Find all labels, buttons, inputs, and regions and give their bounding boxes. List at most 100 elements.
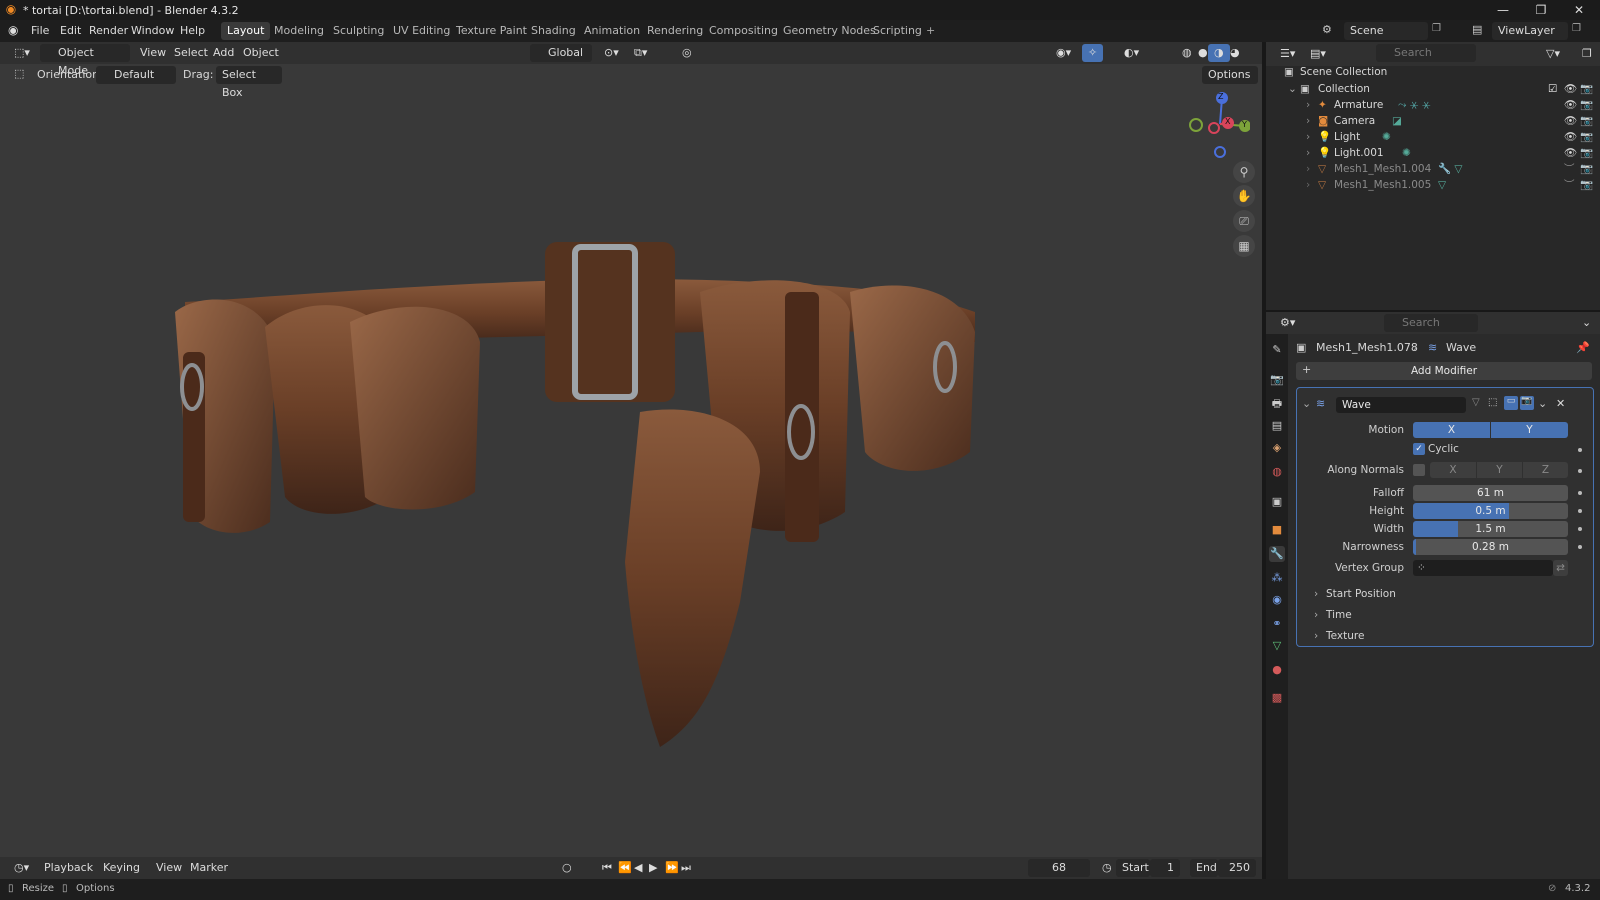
keyframe-dot[interactable] bbox=[1578, 491, 1582, 495]
eye-icon[interactable]: 👁 bbox=[1564, 97, 1577, 113]
timeline-menu-keying[interactable]: Keying bbox=[97, 859, 146, 877]
viewport-menu-add[interactable]: Add bbox=[207, 44, 240, 62]
chevron-down-icon[interactable]: ⌄ bbox=[1576, 314, 1597, 332]
auto-key-icon[interactable]: ○ bbox=[556, 859, 578, 877]
eye-icon[interactable]: 👁 bbox=[1564, 113, 1577, 129]
keyframe-dot[interactable] bbox=[1578, 527, 1582, 531]
outliner-search-input[interactable]: Search bbox=[1376, 44, 1476, 62]
viewport-menu-view[interactable]: View bbox=[134, 44, 172, 62]
outliner-filter-icon[interactable]: ▽▾ bbox=[1540, 45, 1566, 63]
transform-space-dropdown[interactable]: Global bbox=[530, 44, 592, 62]
gizmo-toggle-icon[interactable]: ✧ bbox=[1082, 44, 1104, 62]
camera-render-icon[interactable]: 📷 bbox=[1580, 177, 1593, 193]
modifier-tab-icon[interactable]: 🔧 bbox=[1269, 546, 1285, 562]
preview-range-icon[interactable]: ◷ bbox=[1096, 859, 1118, 877]
subpanel-time[interactable]: Time bbox=[1326, 607, 1352, 623]
subpanel-start-position[interactable]: Start Position bbox=[1326, 586, 1396, 602]
camera-render-icon[interactable]: 📷 bbox=[1580, 129, 1593, 145]
add-modifier-button[interactable]: Add Modifier bbox=[1296, 362, 1592, 380]
new-collection-icon[interactable]: ❐ bbox=[1576, 45, 1598, 63]
output-tab-icon[interactable]: 🖶 bbox=[1269, 396, 1285, 412]
outliner-item[interactable]: › ▽ Mesh1_Mesh1.004 🔧 ▽ ︶ 📷 bbox=[1266, 161, 1600, 177]
chevron-down-icon[interactable]: ⌄ bbox=[1302, 397, 1311, 410]
subpanel-texture[interactable]: Texture bbox=[1326, 628, 1364, 644]
maximize-icon[interactable]: ❐ bbox=[1522, 0, 1560, 20]
perspective-grid-icon[interactable]: ▦ bbox=[1233, 235, 1255, 257]
jump-end-icon[interactable]: ⏭ bbox=[675, 859, 697, 877]
particles-tab-icon[interactable]: ⁂ bbox=[1269, 570, 1285, 586]
current-frame-field[interactable]: 68 bbox=[1028, 859, 1090, 877]
outliner-editor-icon[interactable]: ☰▾ bbox=[1274, 45, 1301, 63]
outliner-item[interactable]: › ✦ Armature ⤳ ⚹ ⚹ 👁 📷 bbox=[1266, 97, 1600, 113]
camera-render-icon[interactable]: 📷 bbox=[1580, 97, 1593, 113]
options-dropdown[interactable]: Options bbox=[1202, 66, 1258, 84]
timeline-menu-view[interactable]: View bbox=[150, 859, 188, 877]
world-tab-icon[interactable]: ◍ bbox=[1269, 464, 1285, 480]
timeline-editor-icon[interactable]: ◷▾ bbox=[8, 859, 35, 877]
render-tab-icon[interactable]: 📷 bbox=[1269, 372, 1285, 388]
exclude-checkbox[interactable]: ☑ bbox=[1548, 81, 1557, 97]
pin-icon[interactable]: 📌 bbox=[1576, 340, 1590, 356]
snap-icon[interactable]: ⧉▾ bbox=[628, 44, 653, 62]
camera-render-icon[interactable]: 📷 bbox=[1580, 145, 1593, 161]
outliner-item[interactable]: › ▽ Mesh1_Mesh1.005 ▽ ︶ 📷 bbox=[1266, 177, 1600, 193]
view-layer-tab-icon[interactable]: ▤ bbox=[1269, 418, 1285, 434]
invert-vertex-group-icon[interactable]: ⇄ bbox=[1553, 560, 1568, 576]
menu-file[interactable]: File bbox=[27, 23, 53, 39]
tab-texture-paint[interactable]: Texture Paint bbox=[450, 22, 533, 40]
keyframe-dot[interactable] bbox=[1578, 469, 1582, 473]
modifier-name-input[interactable]: Wave bbox=[1336, 397, 1466, 413]
mode-dropdown[interactable]: Object Mode bbox=[40, 44, 130, 77]
outliner-display-mode-icon[interactable]: ▤▾ bbox=[1304, 45, 1332, 63]
scene-icon[interactable]: ⚙ bbox=[1322, 23, 1342, 39]
along-normals-x-toggle[interactable]: X bbox=[1430, 462, 1476, 478]
along-normals-y-toggle[interactable]: Y bbox=[1477, 462, 1522, 478]
close-icon[interactable]: ✕ bbox=[1560, 0, 1598, 20]
eye-icon[interactable]: 👁 bbox=[1564, 145, 1577, 161]
cyclic-checkbox[interactable]: ✓ bbox=[1413, 443, 1425, 455]
keyframe-dot[interactable] bbox=[1578, 545, 1582, 549]
proportional-edit-icon[interactable]: ◎ bbox=[676, 44, 698, 62]
outliner-item[interactable]: › 💡 Light ✺ 👁 📷 bbox=[1266, 129, 1600, 145]
end-frame-field[interactable]: 250 bbox=[1218, 859, 1256, 877]
texture-tab-icon[interactable]: ▩ bbox=[1269, 690, 1285, 706]
properties-search-input[interactable]: Search bbox=[1384, 314, 1478, 332]
timeline-menu-playback[interactable]: Playback bbox=[38, 859, 99, 877]
scene-name-field[interactable]: Scene bbox=[1344, 22, 1428, 40]
eye-closed-icon[interactable]: ︶ bbox=[1564, 161, 1575, 177]
falloff-field[interactable]: 61 m bbox=[1413, 485, 1568, 501]
view-layer-field[interactable]: ViewLayer bbox=[1492, 22, 1568, 40]
eye-closed-icon[interactable]: ︶ bbox=[1564, 177, 1575, 193]
vertex-group-field[interactable]: ⁘ bbox=[1413, 560, 1553, 576]
tab-scripting[interactable]: Scripting bbox=[867, 22, 928, 40]
keyframe-dot[interactable] bbox=[1578, 509, 1582, 513]
tab-uv-editing[interactable]: UV Editing bbox=[387, 22, 456, 40]
blender-menu-icon[interactable]: ◉ bbox=[8, 23, 24, 39]
data-tab-icon[interactable]: ▽ bbox=[1269, 638, 1285, 654]
camera-render-icon[interactable]: 📷 bbox=[1580, 161, 1593, 177]
outliner-item[interactable]: › 💡 Light.001 ✺ 👁 📷 bbox=[1266, 145, 1600, 161]
remove-modifier-icon[interactable]: ✕ bbox=[1556, 397, 1565, 410]
edit-mode-toggle-icon[interactable]: ▽ bbox=[1472, 397, 1480, 408]
pivot-icon[interactable]: ⊙▾ bbox=[598, 44, 625, 62]
outliner-item[interactable]: › ◙ Camera ◪ 👁 📷 bbox=[1266, 113, 1600, 129]
viewport-display-toggle-icon[interactable]: ▭ bbox=[1504, 396, 1518, 410]
view-layer-icon[interactable]: ▤ bbox=[1472, 23, 1490, 36]
physics-tab-icon[interactable]: ◉ bbox=[1269, 592, 1285, 608]
3d-viewport[interactable] bbox=[0, 42, 1262, 857]
camera-view-icon[interactable]: ⎚ bbox=[1233, 210, 1255, 232]
start-frame-field[interactable]: 1 bbox=[1150, 859, 1180, 877]
material-tab-icon[interactable]: ● bbox=[1269, 662, 1285, 678]
menu-render[interactable]: Render bbox=[85, 23, 132, 39]
minimize-icon[interactable]: — bbox=[1484, 0, 1522, 20]
along-normals-z-toggle[interactable]: Z bbox=[1523, 462, 1568, 478]
object-tab-icon[interactable]: ■ bbox=[1269, 522, 1285, 538]
constraints-tab-icon[interactable]: ⚭ bbox=[1269, 616, 1285, 632]
narrowness-slider[interactable]: 0.28 m bbox=[1413, 539, 1568, 555]
drag-dropdown[interactable]: Select Box bbox=[216, 66, 282, 99]
new-scene-icon[interactable]: ❐ bbox=[1432, 23, 1448, 34]
camera-render-icon[interactable]: 📷 bbox=[1580, 113, 1593, 129]
tab-animation[interactable]: Animation bbox=[578, 22, 646, 40]
camera-render-icon[interactable]: 📷 bbox=[1580, 81, 1593, 97]
eye-icon[interactable]: 👁 bbox=[1564, 129, 1577, 145]
